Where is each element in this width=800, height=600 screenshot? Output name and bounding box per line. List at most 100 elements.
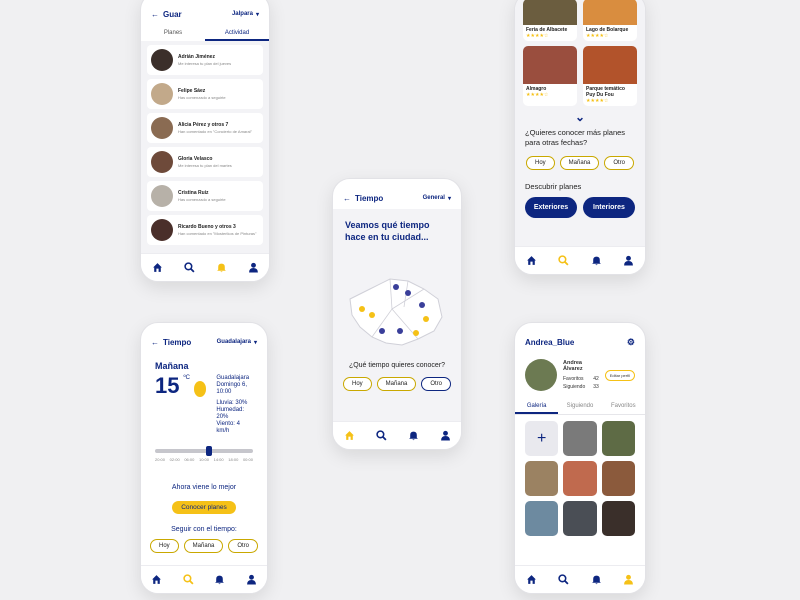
user-icon[interactable]	[246, 261, 260, 275]
search-icon[interactable]	[557, 573, 571, 587]
settings-gear-icon[interactable]: ⚙	[627, 337, 635, 348]
date-option-tomorrow[interactable]: Mañana	[183, 539, 224, 553]
gallery-photo[interactable]	[601, 421, 635, 456]
tab-favoritos[interactable]: Favoritos	[602, 403, 645, 414]
notch	[181, 323, 227, 329]
weather-datetime: Domingo 6, 10:00	[216, 382, 248, 395]
time-slider[interactable]	[155, 446, 253, 456]
weather-wind: Viento: 4 km/h	[216, 421, 240, 434]
phone-weather-map: ← Tiempo General ▾ Veamos qué tiempo hac…	[332, 178, 462, 450]
date-option-today[interactable]: Hoy	[525, 156, 555, 170]
bottom-nav	[515, 565, 645, 593]
home-icon[interactable]	[524, 254, 538, 268]
list-item[interactable]: Adrián Jiménez Me interesa tu plan del ju…	[147, 45, 263, 75]
search-icon[interactable]	[182, 261, 196, 275]
plan-card[interactable]: Feria de Albacete ★★★★☆	[523, 0, 577, 41]
gallery-photo[interactable]	[601, 501, 635, 536]
tab-siguiendo[interactable]: Siguiendo	[558, 403, 601, 414]
top-bar: ← Tiempo General ▾	[333, 185, 461, 211]
chevron-down-icon: ▾	[447, 195, 451, 202]
rating-stars: ★★★★☆	[526, 33, 549, 39]
chevron-down-icon: ▾	[253, 339, 257, 346]
city-selector[interactable]: Guadalajara ▾	[217, 339, 257, 346]
tab-galeria[interactable]: Galería	[515, 403, 559, 414]
exteriores-button[interactable]: Exteriores	[525, 197, 577, 218]
gallery-photo[interactable]	[563, 461, 597, 496]
interiores-button[interactable]: Interiores	[583, 197, 635, 218]
gallery-photo[interactable]	[525, 461, 559, 496]
more-plans-question: ¿Quieres conocer más planes para otras f…	[525, 128, 626, 147]
region-map[interactable]	[342, 259, 452, 354]
top-bar: ← Tiempo Guadalajara ▾	[141, 329, 267, 355]
avatar	[151, 185, 173, 207]
conocer-planes-button[interactable]: Conocer planes	[172, 501, 236, 514]
bottom-nav	[141, 253, 269, 281]
avatar	[151, 219, 173, 241]
temperature-value: 15	[155, 373, 180, 398]
bell-icon[interactable]	[213, 573, 227, 587]
user-icon[interactable]	[244, 573, 258, 587]
avatar	[151, 49, 173, 71]
bell-icon[interactable]	[589, 254, 603, 268]
top-bar: Andrea_Blue ⚙	[515, 329, 645, 355]
list-item[interactable]: Felipe Sáez Has comenzado a seguirte	[147, 79, 263, 109]
chevron-down-icon[interactable]: ⌄	[515, 110, 645, 124]
slider-handle[interactable]	[205, 446, 212, 456]
search-icon[interactable]	[374, 429, 388, 443]
bell-icon[interactable]	[589, 573, 603, 587]
back-arrow-icon[interactable]: ←	[151, 10, 159, 19]
gallery-photo[interactable]	[563, 421, 597, 456]
home-icon[interactable]	[150, 573, 164, 587]
tab-actividad[interactable]: Actividad	[205, 27, 269, 41]
search-icon[interactable]	[557, 254, 571, 268]
plan-image	[523, 0, 577, 25]
bottom-nav	[141, 565, 267, 593]
tab-planes[interactable]: Planes	[141, 27, 205, 41]
sun-icon	[194, 381, 207, 397]
list-item[interactable]: Alicia Pérez y otros 7 Han comentado en "…	[147, 113, 263, 143]
date-option-tomorrow[interactable]: Mañana	[376, 377, 417, 391]
gallery-photo[interactable]	[601, 461, 635, 496]
search-icon[interactable]	[181, 573, 195, 587]
user-icon[interactable]	[438, 429, 452, 443]
region-selector[interactable]: General ▾	[423, 195, 451, 202]
rating-stars: ★★★★☆	[526, 92, 549, 98]
plan-card[interactable]: Almagro ★★★★☆	[523, 46, 577, 106]
user-icon[interactable]	[622, 573, 636, 587]
day-label: Mañana	[155, 361, 189, 371]
gallery-photo[interactable]	[525, 501, 559, 536]
home-icon[interactable]	[150, 261, 164, 275]
list-item[interactable]: Cristina Ruiz Has comenzado a seguirte	[147, 181, 263, 211]
plan-card[interactable]: Parque temático Puy Du Fou ★★★★☆	[583, 46, 637, 106]
weather-city: Guadalajara	[216, 375, 250, 381]
city-selector[interactable]: Jalpara ▾	[232, 11, 259, 18]
home-icon[interactable]	[342, 429, 356, 443]
date-option-tomorrow[interactable]: Mañana	[559, 156, 600, 170]
list-item[interactable]: Ricardo Bueno y otros 3 Han comentado en …	[147, 215, 263, 245]
list-item[interactable]: Gloria Velasco Me interesa tu plan del ma…	[147, 147, 263, 177]
add-photo-button[interactable]: +	[525, 421, 559, 456]
plan-image	[523, 46, 577, 84]
plan-card[interactable]: Lago de Bolarque ★★★★☆	[583, 0, 637, 41]
top-bar: ← Guar Jalpara ▾	[141, 1, 269, 27]
date-option-other[interactable]: Otro	[604, 156, 635, 170]
tab-bar: Planes Actividad	[141, 27, 269, 41]
weather-rain: Lluvia: 30%	[216, 400, 248, 406]
date-option-other[interactable]: Otro	[421, 377, 452, 391]
back-arrow-icon[interactable]: ←	[151, 338, 159, 347]
user-icon[interactable]	[622, 254, 636, 268]
date-option-other[interactable]: Otro	[228, 539, 259, 553]
bell-icon[interactable]	[214, 261, 228, 275]
date-option-today[interactable]: Hoy	[342, 377, 372, 391]
home-icon[interactable]	[524, 573, 538, 587]
gallery-photo[interactable]	[563, 501, 597, 536]
plan-image	[583, 46, 637, 84]
screen-title: Guar	[163, 9, 182, 19]
edit-profile-button[interactable]: Editar perfil	[604, 369, 635, 381]
back-arrow-icon[interactable]: ←	[343, 194, 351, 203]
weather-heading: Veamos qué tiempo hace en tu ciudad...	[345, 220, 430, 242]
bell-icon[interactable]	[406, 429, 420, 443]
rating-stars: ★★★★☆	[586, 98, 609, 104]
date-option-today[interactable]: Hoy	[149, 539, 179, 553]
temperature-unit: ºC	[183, 375, 191, 381]
